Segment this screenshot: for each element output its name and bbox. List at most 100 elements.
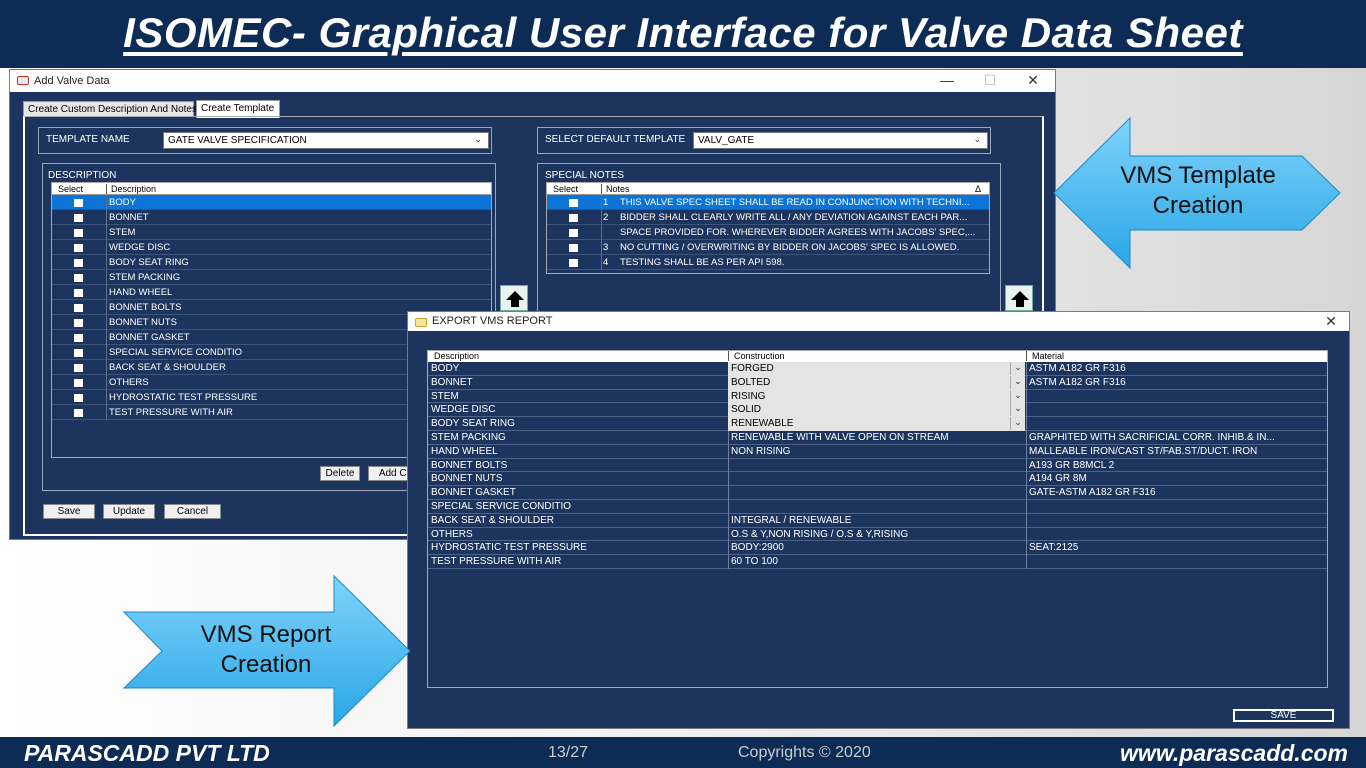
template-name-combo[interactable]: GATE VALVE SPECIFICATION ⌄ — [163, 132, 489, 149]
row-description: BONNET BOLTS — [431, 459, 508, 471]
minimize-button[interactable]: — — [938, 72, 956, 88]
report-row[interactable]: BACK SEAT & SHOULDER INTEGRAL / RENEWABLE — [428, 513, 1327, 528]
report-row[interactable]: BONNET GASKET GATE-ASTM A182 GR F316 — [428, 486, 1327, 501]
maximize-button[interactable]: ☐ — [981, 72, 999, 89]
report-row[interactable]: OTHERS O.S & Y,NON RISING / O.S & Y,RISIN… — [428, 527, 1327, 542]
cancel-button[interactable]: Cancel — [164, 504, 221, 519]
note-row[interactable]: 2 BIDDER SHALL CLEARLY WRITE ALL / ANY DE… — [547, 210, 989, 225]
row-checkbox[interactable] — [74, 229, 83, 237]
report-callout-text: VMS Report Creation — [156, 620, 376, 680]
description-row[interactable]: WEDGE DISC — [52, 240, 491, 255]
row-description: TEST PRESSURE WITH AIR — [431, 556, 562, 568]
row-description: TEST PRESSURE WITH AIR — [109, 407, 233, 418]
column-divider — [601, 255, 602, 270]
construction-dropdown[interactable]: RISING ⌄ — [728, 389, 1025, 404]
column-divider — [1026, 555, 1027, 570]
save-report-button[interactable]: SAVE — [1233, 709, 1334, 722]
export-window-title: EXPORT VMS REPORT — [432, 315, 553, 327]
note-row[interactable]: 1 THIS VALVE SPEC SHEET SHALL BE READ IN … — [547, 195, 989, 210]
export-vms-report-window: EXPORT VMS REPORT ✕ Description Construc… — [407, 311, 1350, 729]
row-checkbox[interactable] — [569, 229, 578, 237]
description-grid-header: Select Description — [52, 183, 491, 195]
col-select[interactable]: Select — [553, 184, 578, 194]
special-notes-group: SPECIAL NOTES Select Notes Δ 1 THIS VALVE… — [537, 163, 1001, 313]
slide-header: ISOMEC- Graphical User Interface for Val… — [0, 0, 1366, 68]
col-description[interactable]: Description — [106, 184, 156, 194]
description-row[interactable]: BODY SEAT RING — [52, 255, 491, 270]
chevron-down-icon: ⌄ — [1010, 417, 1025, 431]
note-row[interactable]: 4 TESTING SHALL BE AS PER API 598. — [547, 255, 989, 270]
move-note-up-button[interactable] — [1005, 285, 1033, 311]
report-row[interactable]: BODY SEAT RING RENEWABLE ⌄ — [428, 417, 1327, 432]
row-checkbox[interactable] — [74, 319, 83, 327]
row-checkbox[interactable] — [74, 214, 83, 222]
report-row[interactable]: TEST PRESSURE WITH AIR 60 TO 100 — [428, 555, 1327, 570]
construction-value: RENEWABLE WITH VALVE OPEN ON STREAM — [731, 431, 949, 443]
footer-url[interactable]: www.parascadd.com — [1120, 740, 1348, 767]
row-checkbox[interactable] — [74, 349, 83, 357]
report-row[interactable]: HAND WHEEL NON RISING MALLEABLE IRON/CAST … — [428, 444, 1327, 459]
row-checkbox[interactable] — [569, 199, 578, 207]
construction-dropdown[interactable]: SOLID ⌄ — [728, 403, 1025, 418]
report-callout-line1: VMS Report — [200, 621, 332, 648]
report-row[interactable]: BONNET NUTS A194 GR 8M — [428, 472, 1327, 487]
row-checkbox[interactable] — [74, 289, 83, 297]
description-row[interactable]: HAND WHEEL — [52, 285, 491, 300]
row-checkbox[interactable] — [569, 214, 578, 222]
construction-dropdown[interactable]: RENEWABLE ⌄ — [728, 417, 1025, 432]
description-row[interactable]: BODY — [52, 195, 491, 210]
report-row[interactable]: HYDROSTATIC TEST PRESSURE BODY:2900 SEAT:2… — [428, 541, 1327, 556]
close-button[interactable]: ✕ — [1024, 72, 1042, 89]
col-material[interactable]: Material — [1026, 351, 1064, 361]
report-row[interactable]: BONNET BOLTS A193 GR B8MCL 2 — [428, 458, 1327, 473]
default-template-combo[interactable]: VALV_GATE ⌄ — [693, 132, 988, 149]
row-checkbox[interactable] — [74, 244, 83, 252]
column-divider — [1026, 513, 1027, 528]
col-select[interactable]: Select — [58, 184, 83, 194]
col-notes[interactable]: Notes — [601, 184, 630, 194]
construction-dropdown[interactable]: BOLTED ⌄ — [728, 375, 1025, 390]
report-row[interactable]: STEM RISING ⌄ — [428, 389, 1327, 404]
description-row[interactable]: BONNET — [52, 210, 491, 225]
report-row[interactable]: BODY FORGED ⌄ ASTM A182 GR F316 — [428, 362, 1327, 376]
note-row[interactable]: SPACE PROVIDED FOR. WHEREVER BIDDER AGRE… — [547, 225, 989, 240]
report-row[interactable]: BONNET BOLTED ⌄ ASTM A182 GR F316 — [428, 375, 1327, 390]
column-divider — [106, 285, 107, 300]
material-value: A193 GR B8MCL 2 — [1029, 459, 1115, 471]
description-row[interactable]: STEM — [52, 225, 491, 240]
col-description[interactable]: Description — [434, 351, 479, 361]
row-checkbox[interactable] — [74, 274, 83, 282]
row-checkbox[interactable] — [569, 259, 578, 267]
row-checkbox[interactable] — [74, 334, 83, 342]
row-checkbox[interactable] — [74, 379, 83, 387]
move-description-up-button[interactable] — [500, 285, 528, 311]
row-checkbox[interactable] — [74, 394, 83, 402]
note-text: NO CUTTING / OVERWRITING BY BIDDER ON JA… — [620, 242, 960, 253]
template-callout-line1: VMS Template — [1120, 162, 1276, 189]
column-divider — [1026, 430, 1027, 445]
special-notes-label: SPECIAL NOTES — [545, 170, 625, 181]
update-button[interactable]: Update — [103, 504, 155, 519]
col-construction[interactable]: Construction — [728, 351, 785, 361]
column-divider — [601, 225, 602, 240]
tab-create-custom-description[interactable]: Create Custom Description And Notes — [23, 101, 197, 117]
row-checkbox[interactable] — [74, 364, 83, 372]
report-row[interactable]: SPECIAL SERVICE CONDITIO — [428, 499, 1327, 514]
row-checkbox[interactable] — [569, 244, 578, 252]
row-checkbox[interactable] — [74, 259, 83, 267]
row-checkbox[interactable] — [74, 304, 83, 312]
report-row[interactable]: STEM PACKING RENEWABLE WITH VALVE OPEN ON… — [428, 430, 1327, 445]
save-button[interactable]: Save — [43, 504, 95, 519]
row-checkbox[interactable] — [74, 199, 83, 207]
close-button[interactable]: ✕ — [1322, 313, 1340, 330]
description-row[interactable]: STEM PACKING — [52, 270, 491, 285]
report-row[interactable]: WEDGE DISC SOLID ⌄ — [428, 403, 1327, 418]
delete-button[interactable]: Delete — [320, 466, 360, 481]
report-grid: Description Construction Material BODY FO… — [427, 350, 1328, 688]
row-description: OTHERS — [431, 528, 473, 540]
note-row[interactable]: 3 NO CUTTING / OVERWRITING BY BIDDER ON J… — [547, 240, 989, 255]
column-divider — [1026, 417, 1027, 432]
notes-grid-header: Select Notes Δ — [547, 183, 989, 195]
row-checkbox[interactable] — [74, 409, 83, 417]
construction-dropdown[interactable]: FORGED ⌄ — [728, 362, 1025, 376]
